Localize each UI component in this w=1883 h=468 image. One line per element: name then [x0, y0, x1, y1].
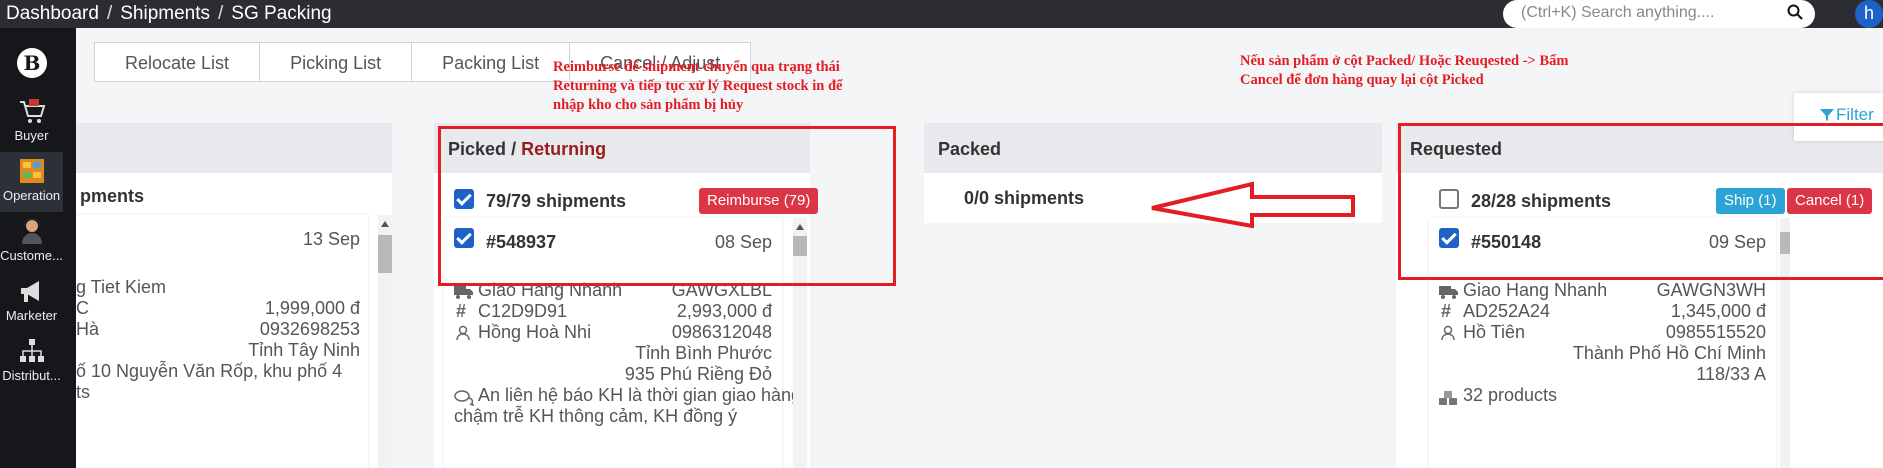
- sidebar-item-customer[interactable]: Custome...: [0, 212, 63, 272]
- breadcrumb-separator: /: [218, 3, 224, 24]
- tab-relocate-list[interactable]: Relocate List: [94, 42, 261, 82]
- card-address-cont: ts: [76, 382, 91, 402]
- card-phone: 0985515520: [1665, 322, 1766, 342]
- search-icon[interactable]: [1787, 4, 1803, 20]
- breadcrumb-current: SG Packing: [231, 3, 332, 24]
- sidebar-item-label: Operation: [2, 188, 61, 203]
- scrollbar[interactable]: [378, 215, 392, 468]
- scrollbar-thumb[interactable]: [378, 235, 392, 273]
- megaphone-icon: [20, 281, 39, 302]
- filter-label: Filter: [1836, 105, 1874, 124]
- hash-icon: #: [1441, 301, 1452, 321]
- card-address: 935 Phú Riềng Đỏ: [624, 364, 772, 384]
- card-code: C: [76, 298, 89, 318]
- left-summary: pments: [80, 186, 145, 206]
- hash-icon: #: [456, 301, 467, 321]
- annotation-arrow-icon: [1151, 181, 1355, 229]
- card-customer-name: Hồng Hoà Nhi: [478, 322, 592, 342]
- card-note: An liên hệ báo KH là thời gian giao hàng: [478, 385, 802, 405]
- sidebar-item-operation[interactable]: Operation: [0, 152, 63, 212]
- breadcrumb-shipments[interactable]: Shipments: [120, 3, 210, 25]
- customer-icon: [21, 218, 42, 244]
- top-bar: Dashboard / Shipments / SG Packing (Ctrl…: [0, 0, 1883, 28]
- column-header: [76, 123, 392, 173]
- user-avatar[interactable]: h: [1855, 0, 1883, 28]
- filter-icon: [1820, 109, 1834, 121]
- card-code: C12D9D91: [478, 301, 568, 321]
- comments-icon: [454, 390, 474, 406]
- scroll-up-icon[interactable]: [381, 221, 389, 227]
- sidebar-item-label: Buyer: [14, 128, 49, 143]
- search-box[interactable]: (Ctrl+K) Search anything....: [1503, 0, 1815, 28]
- card-carrier: Giao Hang Nhanh: [1463, 280, 1608, 300]
- user-icon: [456, 325, 470, 341]
- sidebar-item-label: Marketer: [5, 308, 58, 323]
- app-logo[interactable]: B: [17, 48, 47, 78]
- card-carrier: g Tiet Kiem: [76, 277, 167, 297]
- card-date: 13 Sep: [302, 229, 360, 249]
- breadcrumb-separator: /: [106, 3, 113, 24]
- note-line: Reimburse để shipment chuyển qua trạng t…: [553, 59, 840, 75]
- tab-packing-list[interactable]: Packing List: [411, 42, 571, 82]
- annotation-box-picked: [438, 126, 896, 286]
- card-customer-name: Hà: [76, 319, 100, 339]
- sidebar-item-distribution[interactable]: Distribut...: [0, 332, 63, 392]
- card-address: ố 10 Nguyễn Văn Rốp, khu phố 4: [76, 361, 343, 381]
- sidebar-item-marketer[interactable]: Marketer: [0, 272, 63, 332]
- distribution-icon: [19, 339, 44, 362]
- note-line: nhập kho cho sản phẩm bị hủy: [553, 97, 744, 113]
- cart-icon: [19, 99, 45, 123]
- user-icon: [1441, 325, 1455, 341]
- card-phone: 0986312048: [671, 322, 772, 342]
- card-amount: 2,993,000 đ: [676, 301, 772, 321]
- search-placeholder: (Ctrl+K) Search anything....: [1521, 4, 1715, 21]
- card-amount: 1,999,000 đ: [264, 298, 360, 318]
- card-customer-name: Hồ Tiên: [1463, 322, 1526, 342]
- card-code: AD252A24: [1463, 301, 1551, 321]
- truck-icon: [1439, 286, 1458, 299]
- column-title: Packed: [938, 139, 1002, 159]
- card-province: Tỉnh Bình Phước: [635, 343, 772, 363]
- sidebar: B Buyer Operation Custome... Marketer Di…: [0, 28, 76, 468]
- shelves-icon: [19, 159, 44, 183]
- note-line: Returning và tiếp tục xử lý Request stoc…: [553, 78, 843, 94]
- sidebar-item-buyer[interactable]: Buyer: [0, 92, 63, 152]
- shipment-card[interactable]: 13 Sep g Tiet Kiem C 1,999,000 đ Hà 0932…: [76, 215, 368, 468]
- note-line: Nếu sản phẩm ở cột Packed/ Hoặc Reuqeste…: [1240, 53, 1569, 69]
- card-amount: 1,345,000 đ: [1670, 301, 1766, 321]
- annotation-box-requested: [1398, 123, 1883, 280]
- breadcrumb-dashboard[interactable]: Dashboard: [6, 3, 99, 25]
- card-products: 32 products: [1463, 385, 1558, 405]
- card-address: 118/33 A: [1696, 364, 1766, 384]
- card-phone: 0932698253: [259, 319, 360, 339]
- tab-picking-list[interactable]: Picking List: [259, 42, 413, 82]
- column-header: Packed: [924, 123, 1382, 173]
- breadcrumb: Dashboard / Shipments / SG Packing: [6, 3, 332, 25]
- annotation-note-cancel: Nếu sản phẩm ở cột Packed/ Hoặc Reuqeste…: [1240, 52, 1568, 90]
- truck-icon: [454, 286, 473, 299]
- packed-summary: 0/0 shipments: [964, 188, 1085, 208]
- column-left: pments 13 Sep g Tiet Kiem C 1,999,000 đ …: [76, 123, 392, 468]
- sidebar-item-label: Custome...: [0, 248, 63, 263]
- card-tracking: GAWGN3WH: [1656, 280, 1766, 300]
- card-province: Thành Phố Hồ Chí Minh: [1572, 343, 1766, 363]
- note-line: Cancel để đơn hàng quay lại cột Picked: [1240, 72, 1484, 88]
- sidebar-item-label: Distribut...: [2, 368, 61, 383]
- annotation-note-reimburse: Reimburse để shipment chuyển qua trạng t…: [553, 58, 842, 115]
- card-note-cont: chậm trễ KH thông cảm, KH đồng ý: [454, 406, 738, 426]
- boxes-icon: [1439, 391, 1457, 405]
- card-province: Tỉnh Tây Ninh: [248, 340, 360, 360]
